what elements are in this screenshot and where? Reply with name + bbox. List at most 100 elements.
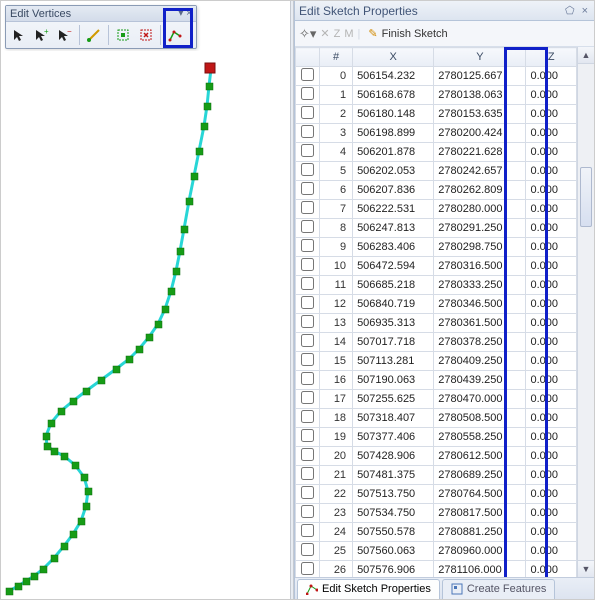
table-row[interactable]: 12506840.7192780346.5000.000 (296, 295, 577, 314)
cell-x[interactable]: 507534.750 (353, 504, 434, 523)
row-checkbox[interactable] (296, 124, 320, 143)
cell-x[interactable]: 507481.375 (353, 466, 434, 485)
finish-sketch-button[interactable]: ✎ Finish Sketch (364, 25, 451, 42)
table-row[interactable]: 2506180.1482780153.6350.000 (296, 105, 577, 124)
row-checkbox[interactable] (296, 504, 320, 523)
scroll-down-icon[interactable]: ▼ (578, 560, 594, 577)
table-row[interactable]: 4506201.8782780221.6280.000 (296, 143, 577, 162)
table-row[interactable]: 14507017.7182780378.2500.000 (296, 333, 577, 352)
table-row[interactable]: 1506168.6782780138.0630.000 (296, 86, 577, 105)
cell-x[interactable]: 507017.718 (353, 333, 434, 352)
cell-z[interactable]: 0.000 (526, 542, 577, 561)
cell-z[interactable]: 0.000 (526, 200, 577, 219)
table-row[interactable]: 24507550.5782780881.2500.000 (296, 523, 577, 542)
table-row[interactable]: 25507560.0632780960.0000.000 (296, 542, 577, 561)
cell-y[interactable]: 2780221.628 (434, 143, 526, 162)
cell-y[interactable]: 2780508.500 (434, 409, 526, 428)
table-row[interactable]: 23507534.7502780817.5000.000 (296, 504, 577, 523)
col-x[interactable]: X (353, 48, 434, 67)
row-checkbox[interactable] (296, 466, 320, 485)
row-checkbox[interactable] (296, 409, 320, 428)
m-toggle[interactable]: M (344, 28, 353, 40)
cell-num[interactable]: 25 (320, 542, 353, 561)
cell-z[interactable]: 0.000 (526, 352, 577, 371)
cell-z[interactable]: 0.000 (526, 504, 577, 523)
row-checkbox[interactable] (296, 105, 320, 124)
cell-num[interactable]: 15 (320, 352, 353, 371)
row-checkbox[interactable] (296, 200, 320, 219)
cell-num[interactable]: 14 (320, 333, 353, 352)
table-row[interactable]: 0506154.2322780125.6670.000 (296, 67, 577, 86)
sketch-properties-icon[interactable] (164, 24, 186, 46)
row-checkbox[interactable] (296, 219, 320, 238)
cell-num[interactable]: 16 (320, 371, 353, 390)
cell-x[interactable]: 507377.406 (353, 428, 434, 447)
cell-num[interactable]: 26 (320, 561, 353, 578)
row-checkbox[interactable] (296, 523, 320, 542)
panel-header[interactable]: Edit Sketch Properties ⬠ × (295, 1, 594, 21)
cell-x[interactable]: 506180.148 (353, 105, 434, 124)
cell-num[interactable]: 7 (320, 200, 353, 219)
row-checkbox[interactable] (296, 276, 320, 295)
cell-num[interactable]: 17 (320, 390, 353, 409)
cell-x[interactable]: 506202.053 (353, 162, 434, 181)
cell-y[interactable]: 2780316.500 (434, 257, 526, 276)
cell-y[interactable]: 2780262.809 (434, 181, 526, 200)
cell-x[interactable]: 507113.281 (353, 352, 434, 371)
row-checkbox[interactable] (296, 86, 320, 105)
cell-y[interactable]: 2780298.750 (434, 238, 526, 257)
cell-num[interactable]: 11 (320, 276, 353, 295)
options-icon[interactable]: ✧▾ (299, 26, 316, 42)
delete-vertex-icon[interactable]: − (54, 24, 76, 46)
row-checkbox[interactable] (296, 67, 320, 86)
add-vertex-icon[interactable]: + (31, 24, 53, 46)
row-checkbox[interactable] (296, 181, 320, 200)
cell-y[interactable]: 2780439.250 (434, 371, 526, 390)
cell-z[interactable]: 0.000 (526, 238, 577, 257)
row-checkbox[interactable] (296, 143, 320, 162)
cell-z[interactable]: 0.000 (526, 162, 577, 181)
cell-x[interactable]: 507190.063 (353, 371, 434, 390)
table-row[interactable]: 9506283.4062780298.7500.000 (296, 238, 577, 257)
dropdown-icon[interactable]: ▾ × (178, 8, 192, 19)
vertices-grid[interactable]: # X Y Z 0506154.2322780125.6670.00015061… (295, 47, 577, 577)
cell-num[interactable]: 6 (320, 181, 353, 200)
col-num[interactable]: # (320, 48, 353, 67)
cell-z[interactable]: 0.000 (526, 466, 577, 485)
cell-z[interactable]: 0.000 (526, 295, 577, 314)
table-row[interactable]: 5506202.0532780242.6570.000 (296, 162, 577, 181)
cell-x[interactable]: 507428.906 (353, 447, 434, 466)
cell-z[interactable]: 0.000 (526, 390, 577, 409)
cell-x[interactable]: 507550.578 (353, 523, 434, 542)
cell-x[interactable]: 506201.878 (353, 143, 434, 162)
cell-num[interactable]: 10 (320, 257, 353, 276)
table-row[interactable]: 20507428.9062780612.5000.000 (296, 447, 577, 466)
cell-y[interactable]: 2781106.000 (434, 561, 526, 578)
cell-y[interactable]: 2780409.250 (434, 352, 526, 371)
cell-y[interactable]: 2780153.635 (434, 105, 526, 124)
cell-y[interactable]: 2780470.000 (434, 390, 526, 409)
tab-edit-sketch-properties[interactable]: Edit Sketch Properties (297, 579, 440, 599)
cell-y[interactable]: 2780881.250 (434, 523, 526, 542)
cell-z[interactable]: 0.000 (526, 143, 577, 162)
cell-x[interactable]: 506840.719 (353, 295, 434, 314)
cell-x[interactable]: 507560.063 (353, 542, 434, 561)
table-row[interactable]: 16507190.0632780439.2500.000 (296, 371, 577, 390)
table-row[interactable]: 8506247.8132780291.2500.000 (296, 219, 577, 238)
cell-z[interactable]: 0.000 (526, 371, 577, 390)
row-checkbox[interactable] (296, 257, 320, 276)
cell-y[interactable]: 2780817.500 (434, 504, 526, 523)
table-row[interactable]: 17507255.6252780470.0000.000 (296, 390, 577, 409)
table-row[interactable]: 18507318.4072780508.5000.000 (296, 409, 577, 428)
finish-line-icon[interactable] (83, 24, 105, 46)
cell-z[interactable]: 0.000 (526, 314, 577, 333)
cell-num[interactable]: 12 (320, 295, 353, 314)
table-row[interactable]: 3506198.8992780200.4240.000 (296, 124, 577, 143)
cell-z[interactable]: 0.000 (526, 219, 577, 238)
cell-x[interactable]: 506472.594 (353, 257, 434, 276)
cell-x[interactable]: 506685.218 (353, 276, 434, 295)
cell-num[interactable]: 18 (320, 409, 353, 428)
row-checkbox[interactable] (296, 162, 320, 181)
cell-x[interactable]: 506247.813 (353, 219, 434, 238)
cell-z[interactable]: 0.000 (526, 86, 577, 105)
